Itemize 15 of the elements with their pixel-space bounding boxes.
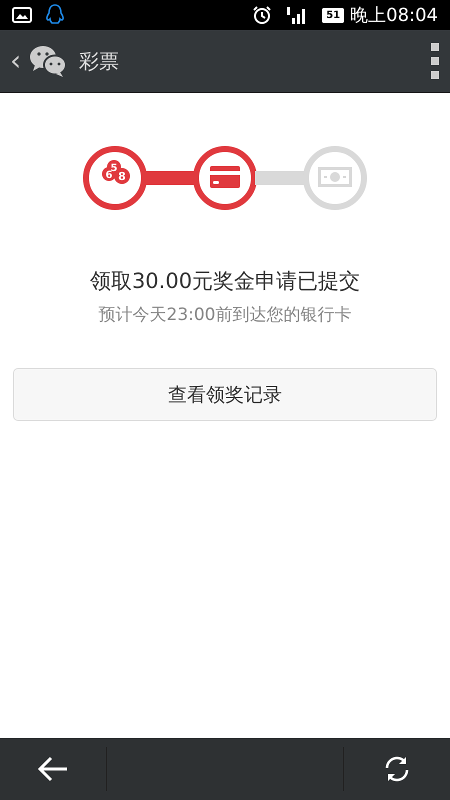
back-arrow-icon[interactable]: [37, 756, 69, 782]
status-subtitle: 预计今天23:00前到达您的银行卡: [98, 304, 352, 326]
alarm-clock-icon: [252, 5, 272, 25]
more-menu-icon[interactable]: [430, 42, 440, 80]
chat-bubbles-icon: [29, 44, 68, 78]
status-title: 领取30.00元奖金申请已提交: [90, 268, 360, 295]
clock: 晚上08:04: [350, 4, 438, 27]
penguin-icon: [46, 4, 64, 26]
banknote-icon: [318, 167, 352, 187]
image-icon: [12, 7, 32, 23]
battery-level: 51: [322, 8, 344, 22]
page-title: 彩票: [79, 48, 120, 74]
bank-card-icon: [210, 166, 240, 188]
view-records-button[interactable]: 查看领奖记录: [13, 368, 437, 421]
back-button[interactable]: ‹: [10, 47, 22, 75]
